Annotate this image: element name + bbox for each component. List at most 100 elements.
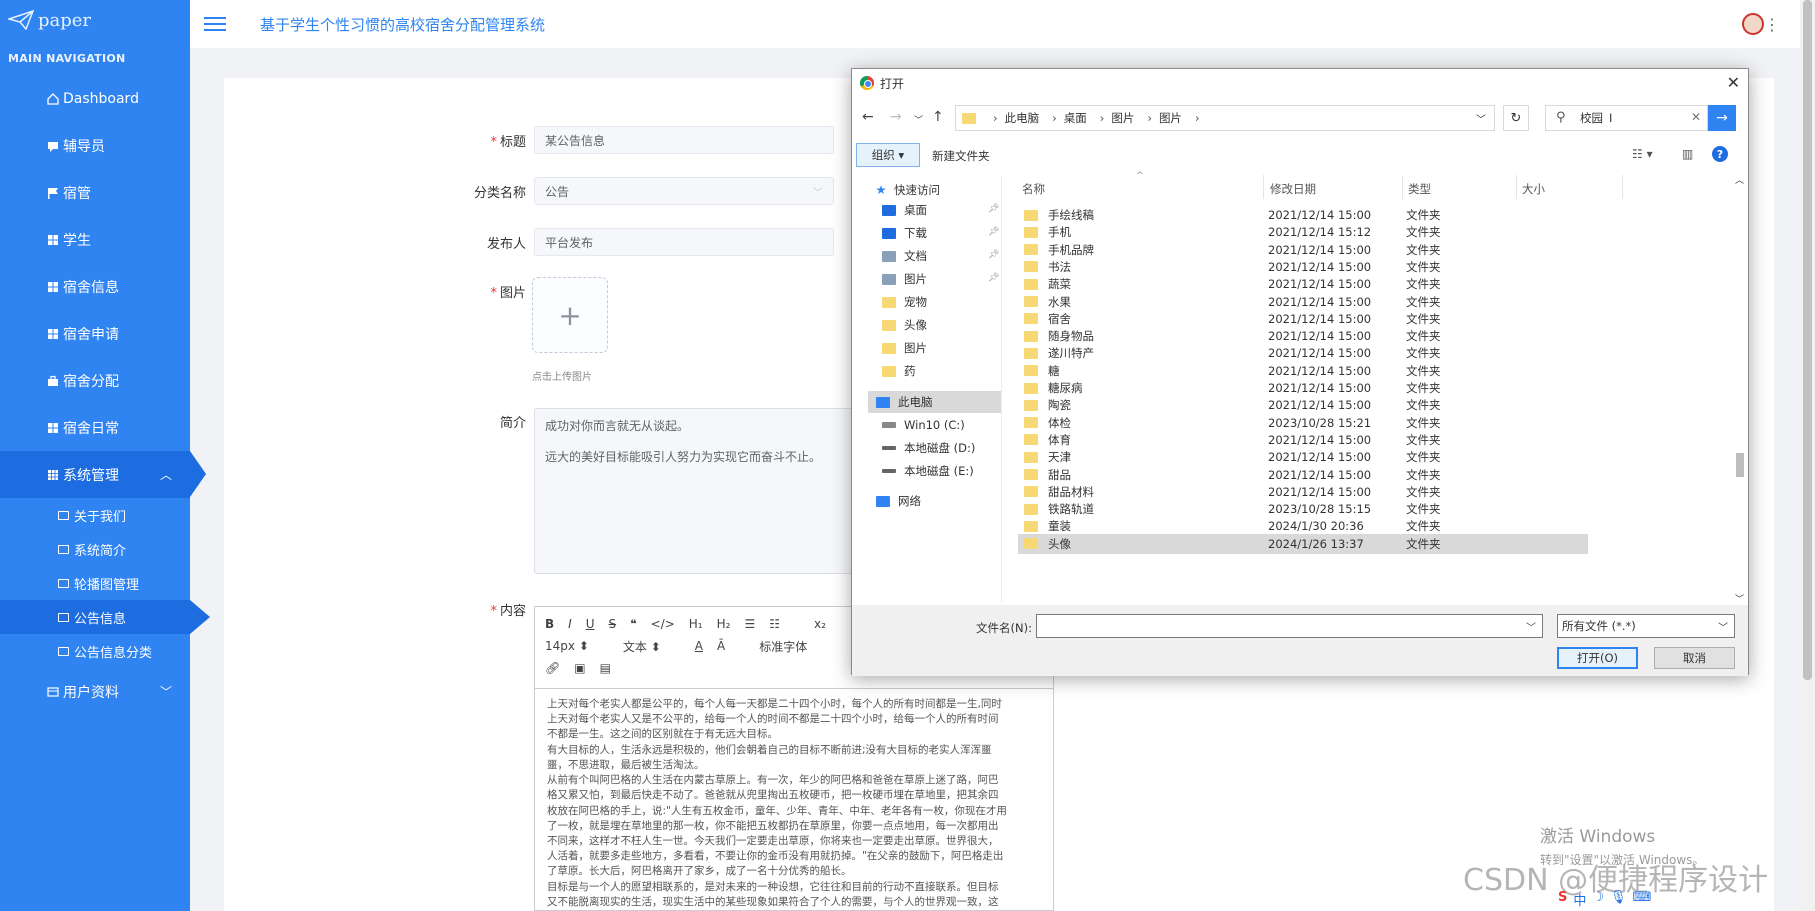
tree-item-pictures[interactable]: 图片 (882, 268, 927, 290)
tree-item-drive-e[interactable]: 本地磁盘 (E:) (882, 460, 974, 482)
subscript-icon[interactable]: x₂ (814, 617, 826, 631)
tree-item-drive-c[interactable]: Win10 (C:) (882, 414, 965, 436)
column-header-type[interactable]: 类型 (1408, 181, 1431, 197)
strikethrough-icon[interactable]: S (609, 617, 617, 631)
intro-textarea[interactable]: 成功对你而言就无从谈起。 远大的美好目标能吸引人努力为实现它而奋斗不止。 (534, 408, 879, 574)
chevron-down-icon[interactable]: ﹀ (1476, 111, 1486, 126)
video-icon[interactable]: ▤ (600, 661, 611, 675)
clear-icon[interactable]: ✕ (1691, 110, 1701, 124)
tree-item-documents[interactable]: 文档 (882, 245, 927, 267)
column-divider[interactable] (1402, 175, 1403, 199)
sidebar-subitem-about-us[interactable]: 关于我们 (0, 498, 190, 532)
scroll-down-icon[interactable]: ﹀ (1735, 592, 1744, 605)
file-row[interactable]: 头像 2024/1/26 13:37 文件夹 (1018, 533, 1588, 554)
column-divider[interactable] (1263, 175, 1264, 199)
sidebar-item-dashboard[interactable]: Dashboard (0, 75, 190, 122)
link-icon[interactable]: 🔗︎ (545, 661, 560, 675)
sidebar-subitem-announcement[interactable]: 公告信息 (0, 600, 210, 634)
breadcrumb-item[interactable]: 桌面 (1064, 110, 1087, 126)
tree-item-quick-access[interactable]: 快速访问 (876, 179, 940, 201)
search-input[interactable]: ⚲ 校园 I ✕ (1545, 105, 1708, 131)
editor-content[interactable]: 上天对每个老实人都是公平的，每个人每一天都是二十四个小时，每个人的所有时间都是一… (535, 689, 1053, 911)
file-type-select[interactable]: 所有文件 (*.*) ﹀ (1557, 614, 1735, 638)
pin-icon[interactable]: 📌︎ (988, 250, 999, 260)
ordered-list-icon[interactable]: ☰ (744, 617, 755, 631)
more-vertical-icon[interactable]: ⋮ (1764, 15, 1780, 34)
tree-item-network[interactable]: 网络 (876, 490, 921, 512)
recent-chevron-icon[interactable]: ﹀ (914, 113, 923, 126)
new-folder-button[interactable]: 新建文件夹 (932, 148, 990, 164)
page-scroll-thumb[interactable] (1803, 0, 1812, 680)
sidebar-item-user-profile[interactable]: 用户资料 ﹀ (0, 668, 190, 715)
cancel-button[interactable]: 取消 (1654, 647, 1735, 669)
column-header-size[interactable]: 大小 (1522, 181, 1545, 197)
ime-s-icon[interactable]: S (1558, 890, 1567, 909)
back-arrow-icon[interactable]: ← (862, 109, 874, 125)
tree-item-medicine[interactable]: 药 (882, 360, 916, 382)
menu-toggle-icon[interactable] (204, 17, 226, 31)
organize-button[interactable]: 组织 ▾ (856, 143, 920, 167)
dialog-titlebar[interactable]: 打开 ✕ (852, 69, 1748, 97)
preview-pane-icon[interactable]: ▥ (1682, 147, 1693, 161)
column-header-date[interactable]: 修改日期 (1270, 181, 1316, 197)
category-select[interactable]: 公告 ﹀ (534, 177, 834, 205)
address-bar[interactable]: › 此电脑 › 桌面 › 图片 › 图片 › ﹀ (955, 105, 1495, 131)
heading2-icon[interactable]: H₂ (717, 617, 731, 631)
avatar[interactable] (1742, 13, 1764, 35)
filename-input[interactable]: ﹀ (1036, 614, 1543, 638)
tree-item-this-pc[interactable]: 此电脑 (868, 391, 1001, 413)
refresh-icon[interactable]: ↻ (1503, 105, 1529, 131)
close-icon[interactable]: ✕ (1727, 73, 1740, 92)
tree-item-avatar[interactable]: 头像 (882, 314, 927, 336)
bold-icon[interactable]: B (545, 617, 554, 631)
sidebar-item-dorm-daily[interactable]: 宿舍日常 (0, 404, 190, 451)
file-list-scrollbar[interactable]: ︿ ﹀ (1734, 175, 1746, 605)
scroll-thumb[interactable] (1736, 453, 1744, 477)
tree-item-pictures-folder[interactable]: 图片 (882, 337, 927, 359)
page-scrollbar[interactable] (1800, 0, 1815, 911)
background-color-icon[interactable]: Ā (717, 639, 725, 653)
sidebar-item-dorm-info[interactable]: 宿舍信息 (0, 263, 190, 310)
ime-keyboard-icon[interactable]: ⌨ (1633, 890, 1652, 909)
block-type-select[interactable]: 文本 ⬍ (623, 638, 661, 655)
breadcrumb-item[interactable]: 图片 (1159, 110, 1182, 126)
code-icon[interactable]: </> (651, 617, 675, 631)
ime-moon-icon[interactable]: ☽ (1592, 890, 1604, 909)
sidebar-item-student[interactable]: 学生 (0, 216, 190, 263)
sidebar-item-dorm-apply[interactable]: 宿舍申请 (0, 310, 190, 357)
image-upload-button[interactable]: + (532, 277, 608, 353)
column-divider[interactable] (1622, 175, 1623, 199)
tree-item-downloads[interactable]: 下载 (882, 222, 927, 244)
search-go-button[interactable]: → (1708, 105, 1736, 131)
italic-icon[interactable]: I (568, 617, 572, 631)
tree-item-drive-d[interactable]: 本地磁盘 (D:) (882, 437, 975, 459)
sidebar-item-dorm-allocation[interactable]: 宿舍分配 (0, 357, 190, 404)
help-icon[interactable]: ? (1712, 146, 1728, 162)
column-divider[interactable] (1516, 175, 1517, 199)
sidebar-item-counselor[interactable]: 辅导员 (0, 122, 190, 169)
sidebar-subitem-announcement-category[interactable]: 公告信息分类 (0, 634, 190, 668)
heading1-icon[interactable]: H₁ (689, 617, 703, 631)
breadcrumb-item[interactable]: 图片 (1111, 110, 1134, 126)
logo[interactable]: paper (0, 0, 190, 40)
font-color-icon[interactable]: A (695, 639, 703, 653)
image-icon[interactable]: ▣ (574, 661, 585, 675)
chevron-down-icon[interactable]: ﹀ (1526, 619, 1536, 634)
view-options-icon[interactable]: ☷ ▾ (1632, 147, 1653, 161)
bullet-list-icon[interactable]: ☷ (769, 617, 780, 631)
pin-icon[interactable]: 📌︎ (988, 273, 999, 283)
up-arrow-icon[interactable]: ↑ (932, 109, 944, 125)
pin-icon[interactable]: 📌︎ (988, 227, 999, 237)
pin-icon[interactable]: 📌︎ (988, 204, 999, 214)
sidebar-item-dorm-manager[interactable]: 宿管 (0, 169, 190, 216)
font-size-select[interactable]: 14px ⬍ (545, 639, 589, 653)
title-input[interactable]: 某公告信息 (534, 126, 834, 154)
quote-icon[interactable]: ❝ (630, 617, 636, 631)
sidebar-item-system-management[interactable]: 系统管理 ︿ (0, 451, 206, 498)
breadcrumb-item[interactable]: 此电脑 (1005, 110, 1040, 126)
tree-item-desktop[interactable]: 桌面 (882, 199, 927, 221)
forward-arrow-icon[interactable]: → (890, 109, 902, 125)
underline-icon[interactable]: U (586, 617, 595, 631)
ime-chinese-icon[interactable]: 中 (1573, 890, 1586, 909)
tree-item-pets[interactable]: 宠物 (882, 291, 927, 313)
